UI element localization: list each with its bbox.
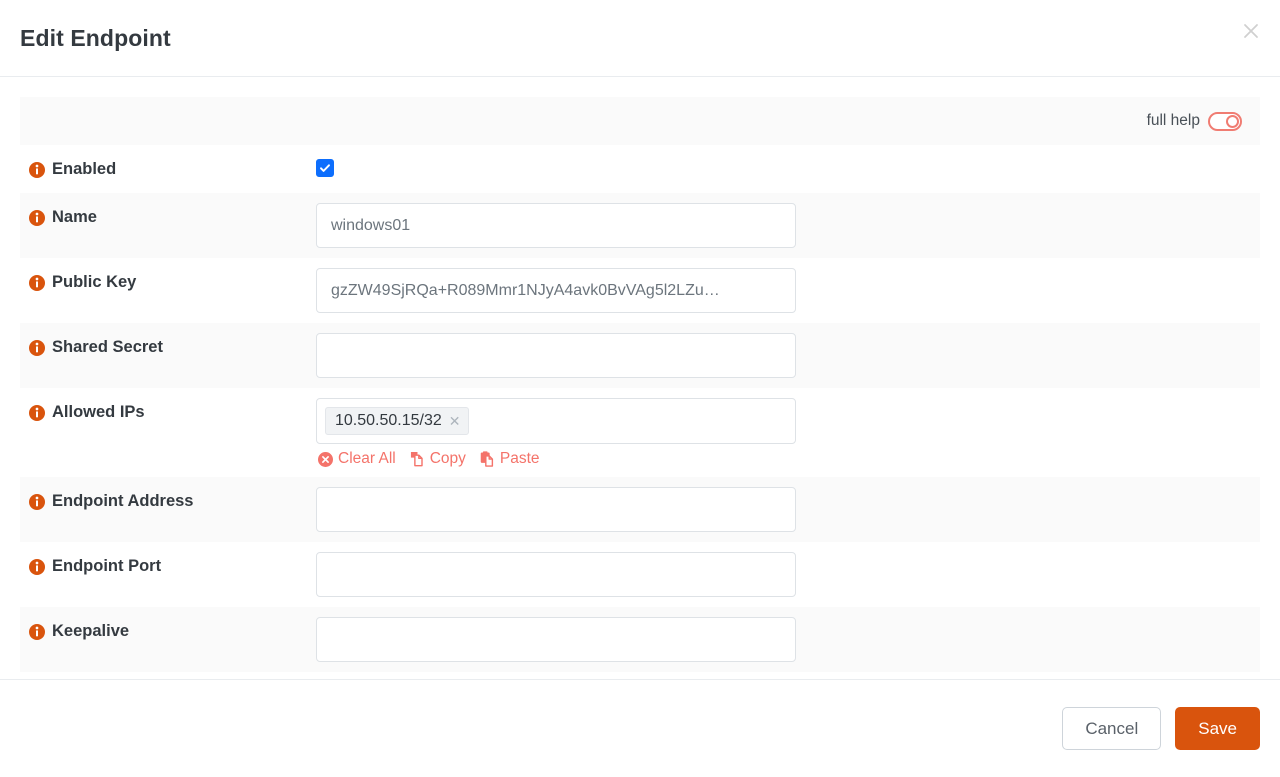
info-icon[interactable]: [29, 405, 45, 421]
save-button[interactable]: Save: [1175, 707, 1260, 750]
field-label-endpoint-port: Endpoint Port: [52, 557, 162, 575]
clear-all-label: Clear All: [338, 450, 396, 468]
paste-button[interactable]: Paste: [480, 451, 540, 467]
field-label-cell-endpoint-port: Endpoint Port: [20, 542, 316, 590]
field-row-keepalive: Keepalive: [20, 607, 1260, 672]
dialog-header: Edit Endpoint: [0, 0, 1280, 77]
public-key-input[interactable]: [316, 268, 796, 313]
toggle-knob: [1226, 114, 1239, 128]
field-row-endpoint-port: Endpoint Port: [20, 542, 1260, 607]
field-label-cell-allowed-ips: Allowed IPs: [20, 388, 316, 436]
shared-secret-input[interactable]: [316, 333, 796, 378]
field-control-name: [316, 193, 1260, 258]
token-remove-icon[interactable]: ✕: [449, 414, 461, 428]
clear-all-button[interactable]: Clear All: [318, 451, 396, 467]
field-label-endpoint-address: Endpoint Address: [52, 492, 194, 510]
field-row-name: Name: [20, 193, 1260, 258]
paste-icon: [480, 451, 495, 467]
token-item[interactable]: 10.50.50.15/32 ✕: [325, 407, 469, 435]
clear-all-icon: [318, 451, 333, 467]
field-control-enabled: [316, 145, 1260, 187]
field-label-cell-enabled: Enabled: [20, 145, 316, 193]
field-label-cell-keepalive: Keepalive: [20, 607, 316, 655]
full-help-label: full help: [1146, 112, 1200, 129]
field-label-cell-name: Name: [20, 193, 316, 241]
full-help-toggle[interactable]: full help: [1146, 111, 1242, 131]
full-help-row: full help: [20, 97, 1260, 145]
field-control-endpoint-address: [316, 477, 1260, 542]
token-label: 10.50.50.15/32: [335, 412, 442, 429]
field-control-keepalive: [316, 607, 1260, 672]
field-row-public-key: Public Key: [20, 258, 1260, 323]
field-label-cell-public-key: Public Key: [20, 258, 316, 306]
allowed-ips-token-field[interactable]: 10.50.50.15/32 ✕: [316, 398, 796, 444]
close-icon[interactable]: [1236, 16, 1266, 46]
info-icon[interactable]: [29, 340, 45, 356]
field-row-endpoint-address: Endpoint Address: [20, 477, 1260, 542]
field-label-cell-endpoint-address: Endpoint Address: [20, 477, 316, 525]
field-row-allowed-ips: Allowed IPs 10.50.50.15/32 ✕ Clear All C…: [20, 388, 1260, 477]
toggle-switch-icon[interactable]: [1208, 111, 1242, 131]
keepalive-input[interactable]: [316, 617, 796, 662]
endpoint-form: full help Enabled Name windows01 Public …: [20, 97, 1260, 672]
info-icon[interactable]: [29, 275, 45, 291]
field-control-public-key: [316, 258, 1260, 323]
copy-button[interactable]: Copy: [410, 451, 466, 467]
copy-label: Copy: [429, 450, 466, 468]
field-label-allowed-ips: Allowed IPs: [52, 403, 145, 421]
field-control-endpoint-port: [316, 542, 1260, 607]
endpoint-address-input[interactable]: [316, 487, 796, 532]
dialog-body: full help Enabled Name windows01 Public …: [0, 77, 1280, 679]
info-icon[interactable]: [29, 624, 45, 640]
field-label-name: Name: [52, 208, 97, 226]
field-control-allowed-ips: 10.50.50.15/32 ✕ Clear All Copy Paste: [316, 388, 1260, 477]
field-label-cell-shared-secret: Shared Secret: [20, 323, 316, 371]
copy-icon: [410, 451, 425, 467]
endpoint-port-input[interactable]: [316, 552, 796, 597]
info-icon[interactable]: [29, 559, 45, 575]
page-title: Edit Endpoint: [20, 24, 171, 51]
dialog-footer: Cancel Save: [0, 679, 1280, 777]
allowed-ips-actions: Clear All Copy Paste: [316, 451, 1260, 467]
name-input[interactable]: [316, 203, 796, 248]
field-label-public-key: Public Key: [52, 273, 137, 291]
field-control-shared-secret: [316, 323, 1260, 388]
field-label-keepalive: Keepalive: [52, 622, 130, 640]
info-icon[interactable]: [29, 210, 45, 226]
paste-label: Paste: [499, 450, 540, 468]
enabled-checkbox[interactable]: [316, 159, 334, 177]
cancel-button[interactable]: Cancel: [1062, 707, 1162, 750]
field-row-shared-secret: Shared Secret: [20, 323, 1260, 388]
info-icon[interactable]: [29, 494, 45, 510]
field-label-shared-secret: Shared Secret: [52, 338, 163, 356]
field-label-enabled: Enabled: [52, 160, 117, 178]
field-row-enabled: Enabled: [20, 145, 1260, 193]
info-icon[interactable]: [29, 162, 45, 178]
